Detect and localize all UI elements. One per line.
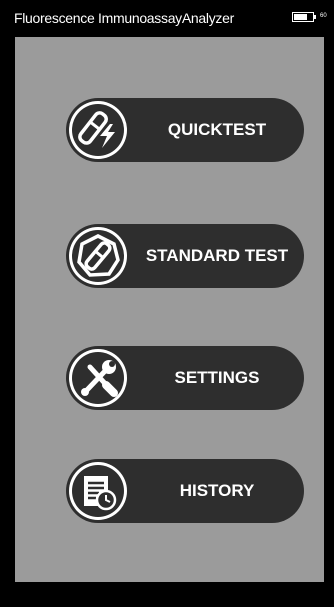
device-screen: Fluorescence ImmunoassayAnalyzer 60 QUIC… [0, 0, 334, 607]
status-bar: Fluorescence ImmunoassayAnalyzer 60 [0, 0, 334, 36]
test-strip-hexagon-icon [66, 224, 130, 288]
settings-button[interactable]: SETTINGS [66, 346, 304, 410]
standard-test-label: STANDARD TEST [145, 246, 289, 265]
battery-tip [314, 15, 316, 19]
battery-level-fill [294, 14, 307, 20]
settings-label: SETTINGS [174, 368, 260, 387]
test-strip-lightning-icon [66, 98, 130, 162]
history-label: HISTORY [179, 481, 255, 500]
app-title: Fluorescence ImmunoassayAnalyzer [14, 10, 234, 26]
quick-test-button[interactable]: QUICKTEST [66, 98, 304, 162]
standard-test-button[interactable]: STANDARD TEST [66, 224, 304, 288]
bottom-bar [0, 582, 334, 607]
quick-test-label: QUICKTEST [167, 120, 267, 139]
document-clock-icon [66, 459, 130, 523]
wrench-screwdriver-icon [66, 346, 130, 410]
battery-percent: 60 [320, 13, 327, 19]
battery-icon [292, 12, 314, 22]
history-button[interactable]: HISTORY [66, 459, 304, 523]
